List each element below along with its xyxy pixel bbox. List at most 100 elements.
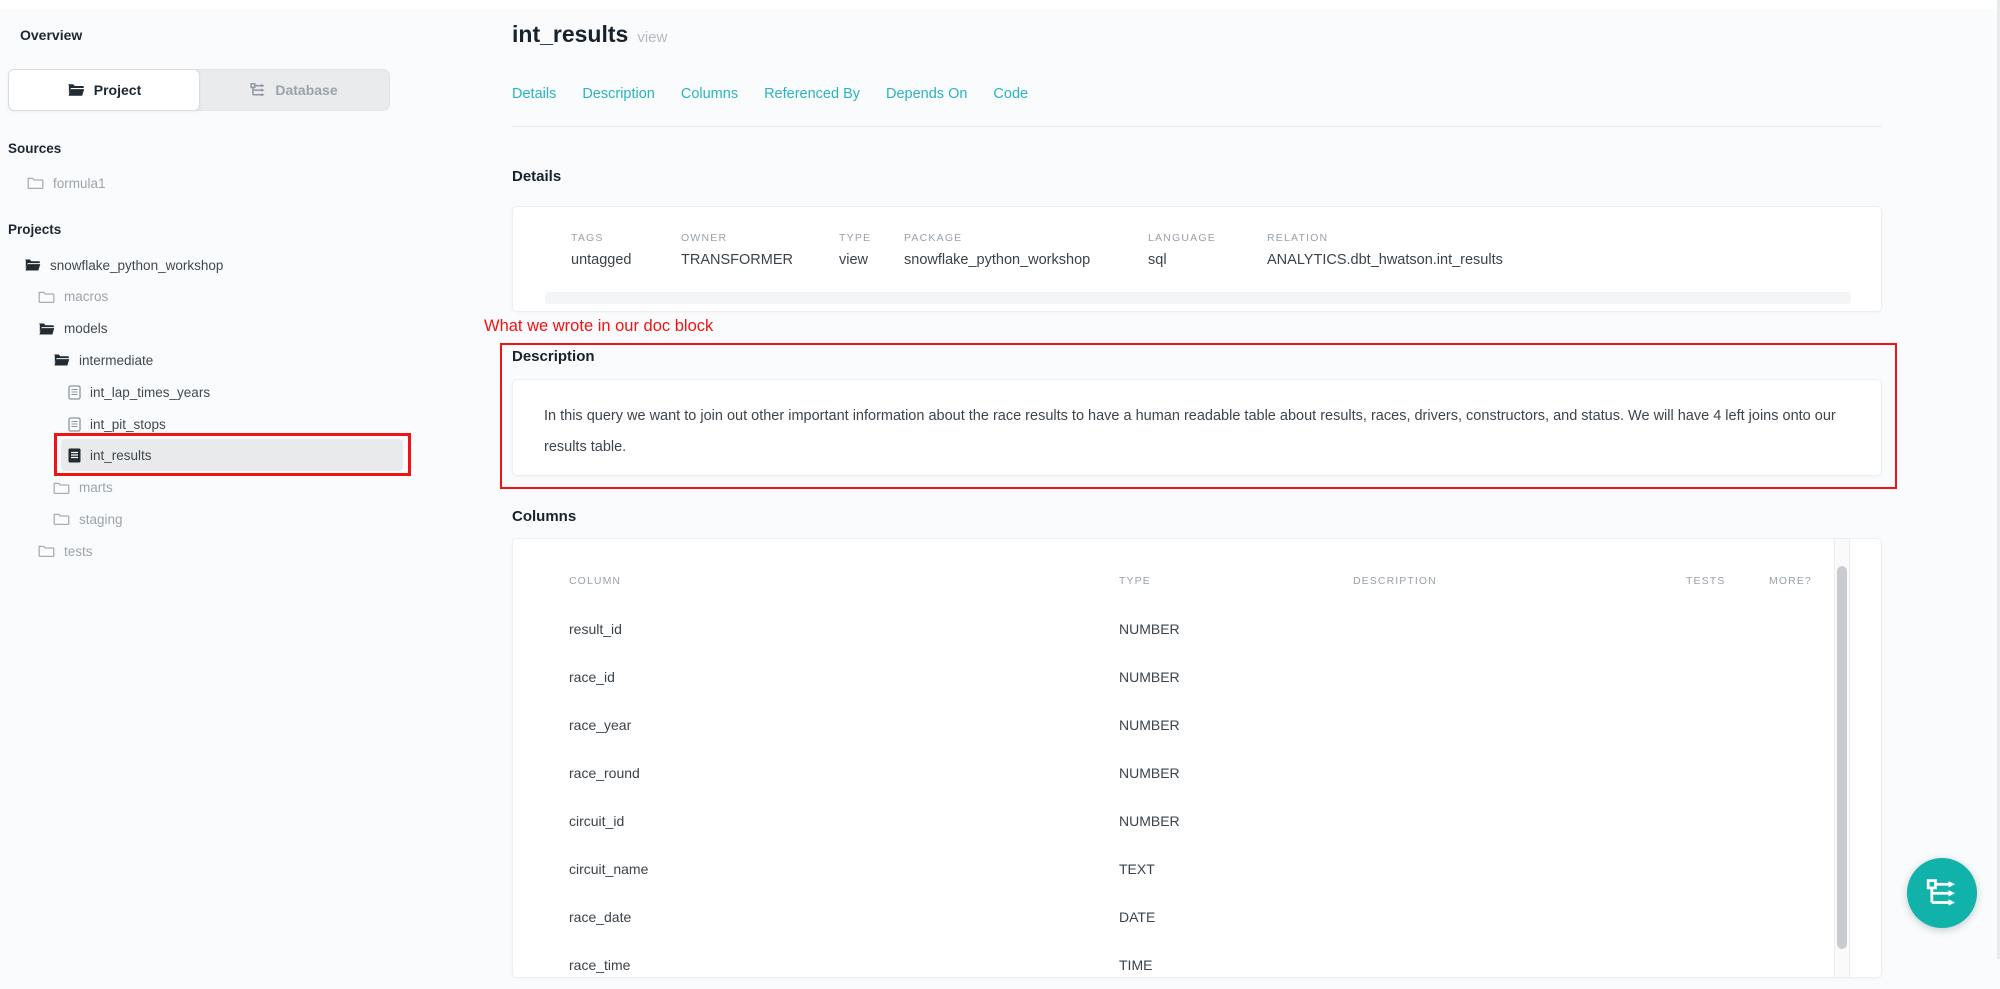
projects-heading: Projects	[8, 222, 61, 237]
source-item-formula1[interactable]: formula1	[27, 171, 106, 195]
detail-label: TAGS	[571, 232, 681, 244]
detail-field-relation: RELATION ANALYTICS.dbt_hwatson.int_result…	[1267, 232, 1503, 268]
tree-item-staging[interactable]: staging	[53, 507, 123, 531]
folder-closed-icon	[27, 176, 44, 190]
folder-closed-icon	[53, 481, 70, 495]
details-card: TAGS untaggedOWNER TRANSFORMERTYPE viewPACK…	[512, 206, 1882, 312]
folder-open-icon	[38, 322, 55, 336]
annotation-note: What we wrote in our doc block	[484, 317, 713, 336]
description-card: In this query we want to join out other …	[512, 379, 1882, 476]
detail-value: untagged	[571, 252, 681, 268]
detail-field-owner: OWNER TRANSFORMER	[681, 232, 839, 268]
detail-label: TYPE	[839, 232, 904, 244]
detail-field-type: TYPE view	[839, 232, 904, 268]
columns-scrollbar-track	[1834, 539, 1850, 977]
columns-table-header: COLUMNTYPEDESCRIPTIONTESTSMORE?	[569, 571, 1881, 591]
app: { "colors": { "teal_tab": "#2ab4c1", "fa…	[0, 0, 2000, 959]
sources-heading: Sources	[8, 141, 61, 156]
tab-depends-on[interactable]: Depends On	[886, 86, 967, 102]
detail-field-language: LANGUAGE sql	[1148, 232, 1267, 268]
column-name-cell: race_id	[569, 669, 1119, 685]
file-icon	[68, 385, 81, 400]
folder-closed-icon	[38, 544, 55, 558]
details-heading: Details	[512, 168, 561, 185]
detail-value: ANALYTICS.dbt_hwatson.int_results	[1267, 252, 1503, 268]
tree-item-label: int_pit_stops	[90, 417, 166, 432]
detail-label: OWNER	[681, 232, 839, 244]
folder-closed-icon	[38, 290, 55, 304]
tree-item-intermediate[interactable]: intermediate	[53, 348, 153, 372]
tree-item-label: int_lap_times_years	[90, 385, 210, 400]
detail-value: TRANSFORMER	[681, 252, 839, 268]
detail-field-package: PACKAGEsnowflake_python_workshop	[904, 232, 1148, 268]
detail-value: view	[839, 252, 904, 268]
tree-item-label: intermediate	[79, 353, 153, 368]
column-type-cell: DATE	[1119, 909, 1353, 925]
tree-item-marts[interactable]: marts	[53, 476, 113, 500]
tree-item-label: tests	[64, 544, 93, 559]
tree-item-macros[interactable]: macros	[38, 285, 108, 309]
column-row-result_id[interactable]: result_idNUMBER	[569, 605, 1881, 653]
columns-header-tests: TESTS	[1686, 575, 1769, 587]
tree-item-label: int_results	[90, 448, 152, 463]
column-row-circuit_id[interactable]: circuit_idNUMBER	[569, 797, 1881, 845]
file-solid-icon	[68, 448, 81, 463]
description-heading: Description	[512, 348, 595, 365]
tree-item-int_pit_stops[interactable]: int_pit_stops	[68, 412, 166, 436]
file-icon	[68, 417, 81, 432]
column-row-race_time[interactable]: race_timeTIME	[569, 941, 1881, 989]
tree-item-int_lap_times_years[interactable]: int_lap_times_years	[68, 380, 210, 404]
columns-scrollbar-thumb[interactable]	[1837, 566, 1847, 949]
column-name-cell: circuit_name	[569, 861, 1119, 877]
columns-header-more: MORE?	[1769, 575, 1881, 587]
folder-open-icon	[24, 258, 41, 272]
column-row-circuit_name[interactable]: circuit_nameTEXT	[569, 845, 1881, 893]
lineage-graph-button[interactable]	[1907, 858, 1977, 928]
tree-item-snowflake_python_workshop[interactable]: snowflake_python_workshop	[24, 253, 223, 277]
materialization-badge: view	[637, 29, 667, 46]
page-title: int_resultsview	[512, 21, 667, 48]
details-fields: TAGS untaggedOWNER TRANSFORMERTYPE viewPACK…	[571, 232, 1881, 268]
tab-columns[interactable]: Columns	[681, 86, 738, 102]
overview-link[interactable]: Overview	[20, 27, 82, 43]
view-toggle: Project Database	[8, 69, 390, 111]
tree-item-label: snowflake_python_workshop	[50, 258, 223, 273]
folder-open-icon	[67, 83, 85, 97]
tree-item-tests[interactable]: tests	[38, 539, 93, 563]
source-item-label: formula1	[53, 176, 106, 191]
tab-referenced-by[interactable]: Referenced By	[764, 86, 860, 102]
column-row-race_date[interactable]: race_dateDATE	[569, 893, 1881, 941]
column-type-cell: NUMBER	[1119, 813, 1353, 829]
column-name-cell: circuit_id	[569, 813, 1119, 829]
tree-item-label: staging	[79, 512, 123, 527]
tree-item-models[interactable]: models	[38, 317, 108, 341]
column-type-cell: NUMBER	[1119, 621, 1353, 637]
details-footer-strip	[545, 292, 1851, 304]
column-name-cell: race_time	[569, 957, 1119, 973]
detail-label: RELATION	[1267, 232, 1503, 244]
tree-item-int_results[interactable]: int_results	[68, 444, 152, 468]
column-name-cell: race_round	[569, 765, 1119, 781]
folder-open-icon	[53, 353, 70, 367]
column-row-race_id[interactable]: race_idNUMBER	[569, 653, 1881, 701]
column-row-race_year[interactable]: race_yearNUMBER	[569, 701, 1881, 749]
database-tree-icon	[250, 82, 266, 98]
section-tabs: Details Description Columns Referenced By De…	[512, 86, 1028, 102]
column-type-cell: TEXT	[1119, 861, 1353, 877]
column-type-cell: TIME	[1119, 957, 1353, 973]
detail-value: sql	[1148, 252, 1267, 268]
description-text: In this query we want to join out other …	[544, 401, 1839, 463]
tree-item-label: marts	[79, 480, 113, 495]
sidebar: Overview Project Database Sources formul…	[0, 0, 440, 959]
folder-closed-icon	[53, 512, 70, 526]
lineage-icon	[1926, 877, 1958, 909]
tab-description[interactable]: Description	[582, 86, 655, 102]
toggle-database-button[interactable]: Database	[199, 70, 389, 110]
tab-code[interactable]: Code	[993, 86, 1028, 102]
toggle-project-button[interactable]: Project	[8, 69, 200, 111]
tree-item-label: models	[64, 321, 108, 336]
detail-label: LANGUAGE	[1148, 232, 1267, 244]
column-row-race_round[interactable]: race_roundNUMBER	[569, 749, 1881, 797]
tree-item-label: macros	[64, 289, 108, 304]
tab-details[interactable]: Details	[512, 86, 556, 102]
